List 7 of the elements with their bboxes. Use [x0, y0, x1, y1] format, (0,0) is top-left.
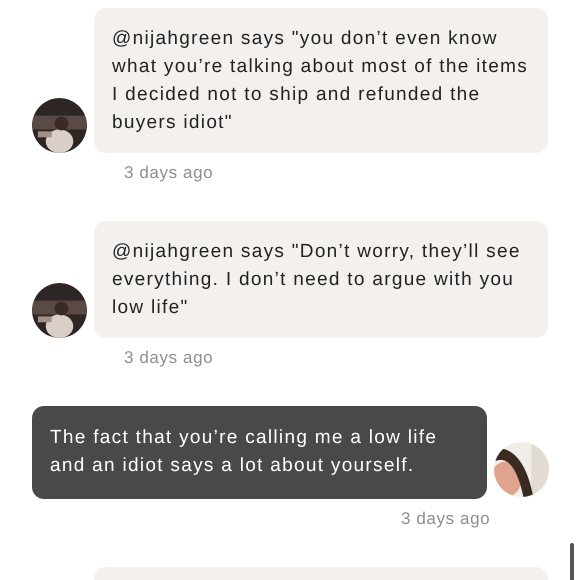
timestamp: 3 days ago [400, 509, 490, 529]
message-text: @nijahgreen says "you don’t even know what you’re talking about most of the items I decided not to ship and refunded the buyers idiot" [112, 27, 530, 135]
timestamp: 3 days ago [123, 163, 214, 183]
message-text: The fact that you’re calling me a low life and an idiot says a lot about yourself. [50, 426, 438, 478]
scrollbar[interactable] [570, 543, 574, 580]
timestamp: 3 days ago [123, 348, 214, 368]
message-text: @nijahgreen says "Don’t worry, they’ll see everything. I don’t need to argue with you low life" [112, 240, 522, 320]
